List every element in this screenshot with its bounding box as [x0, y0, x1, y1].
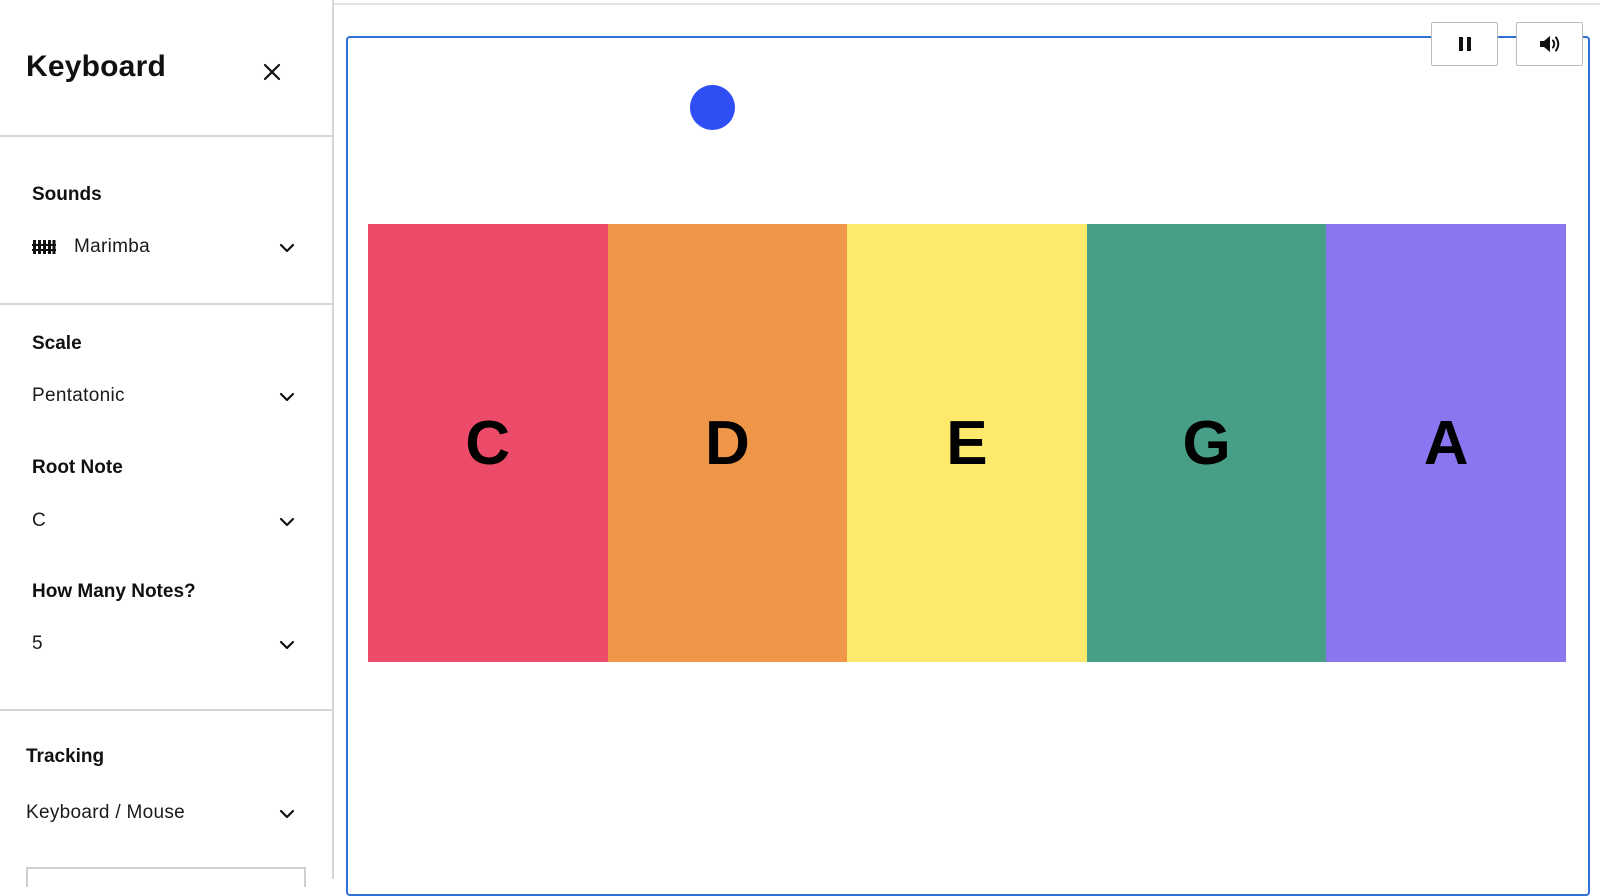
panel-header: Keyboard [0, 0, 332, 137]
tracking-select-value: Keyboard / Mouse [26, 802, 185, 823]
key-d[interactable]: D [607, 224, 848, 662]
tracking-section: Tracking Keyboard / Mouse [0, 711, 332, 879]
key-a[interactable]: A [1326, 224, 1566, 662]
chevron-down-icon [279, 392, 295, 402]
sounds-section: Sounds Marimba [0, 137, 332, 305]
tracking-select[interactable]: Keyboard / Mouse [26, 793, 296, 833]
root-note-label: Root Note [32, 457, 123, 478]
chevron-down-icon [279, 809, 295, 819]
pause-button[interactable] [1431, 22, 1498, 66]
chevron-down-icon [279, 243, 295, 253]
key-label: D [705, 408, 750, 478]
note-count-select[interactable]: 5 [32, 624, 296, 664]
root-note-select[interactable]: C [32, 501, 296, 541]
top-divider [334, 3, 1600, 5]
scale-section: Scale Pentatonic Root Note C How Many No… [0, 305, 332, 711]
close-panel-button[interactable] [258, 58, 286, 86]
scale-select[interactable]: Pentatonic [32, 376, 296, 416]
chevron-down-icon [279, 640, 295, 650]
key-label: C [465, 408, 511, 478]
marimba-icon [32, 240, 56, 254]
sound-select-value: Marimba [74, 236, 151, 257]
sound-select[interactable]: Marimba [32, 227, 296, 267]
root-note-select-value: C [32, 510, 47, 531]
scale-label: Scale [32, 333, 82, 354]
tracking-label: Tracking [26, 746, 105, 767]
pointer-cursor [690, 85, 735, 130]
key-label: G [1182, 408, 1231, 478]
key-label: A [1423, 408, 1469, 478]
key-g[interactable]: G [1086, 224, 1327, 662]
pause-icon [1458, 37, 1471, 51]
note-count-label: How Many Notes? [32, 581, 196, 602]
close-icon [263, 63, 281, 81]
chevron-down-icon [279, 517, 295, 527]
panel-title: Keyboard [26, 50, 166, 83]
volume-button[interactable] [1516, 22, 1583, 66]
note-count-select-value: 5 [32, 633, 43, 654]
key-e[interactable]: E [847, 224, 1087, 662]
note-keys: C D E G A [368, 224, 1566, 662]
tracking-preview-box [26, 867, 306, 887]
volume-icon [1539, 36, 1559, 52]
sounds-label: Sounds [32, 184, 102, 205]
keyboard-settings-panel: Keyboard Sounds Marimba Scale Pentatonic… [0, 0, 334, 887]
scale-select-value: Pentatonic [32, 385, 125, 406]
key-label: E [946, 408, 988, 478]
key-c[interactable]: C [368, 224, 608, 662]
